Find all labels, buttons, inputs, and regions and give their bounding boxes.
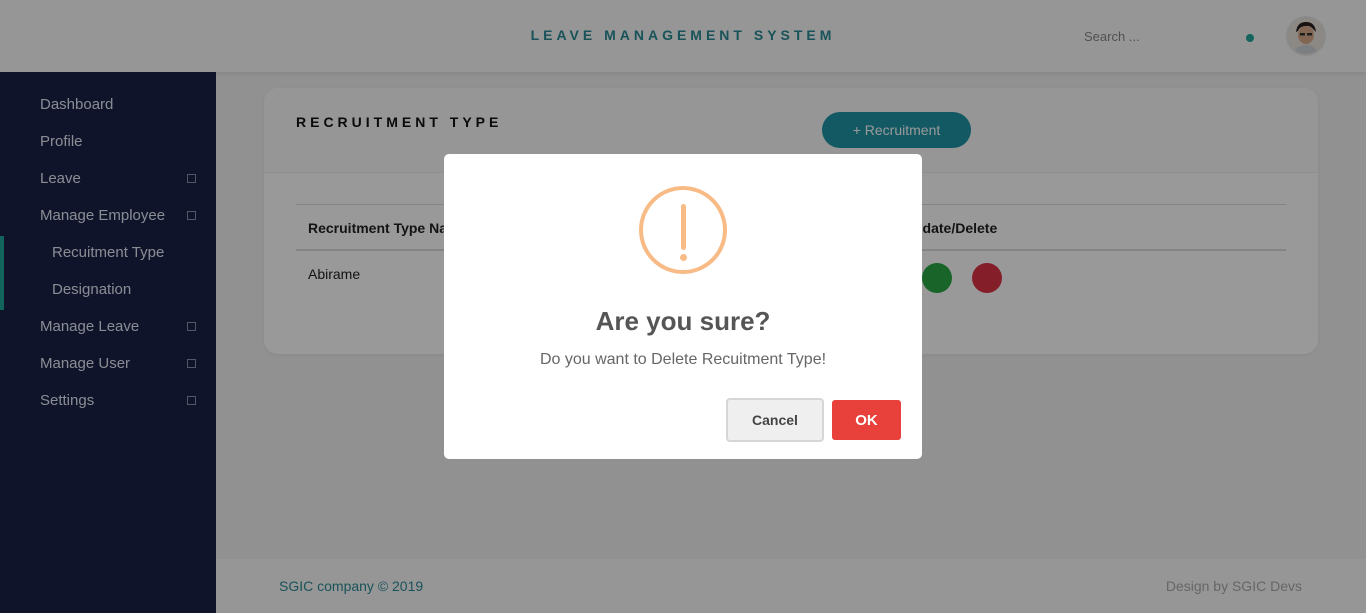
cancel-button[interactable]: Cancel xyxy=(726,398,824,442)
warning-icon xyxy=(639,186,727,274)
dialog-message: Do you want to Delete Recuitment Type! xyxy=(539,351,827,368)
confirm-delete-dialog: Are you sure? Do you want to Delete Recu… xyxy=(444,154,922,459)
dialog-title: Are you sure? xyxy=(595,306,771,336)
ok-button[interactable]: OK xyxy=(832,400,901,440)
